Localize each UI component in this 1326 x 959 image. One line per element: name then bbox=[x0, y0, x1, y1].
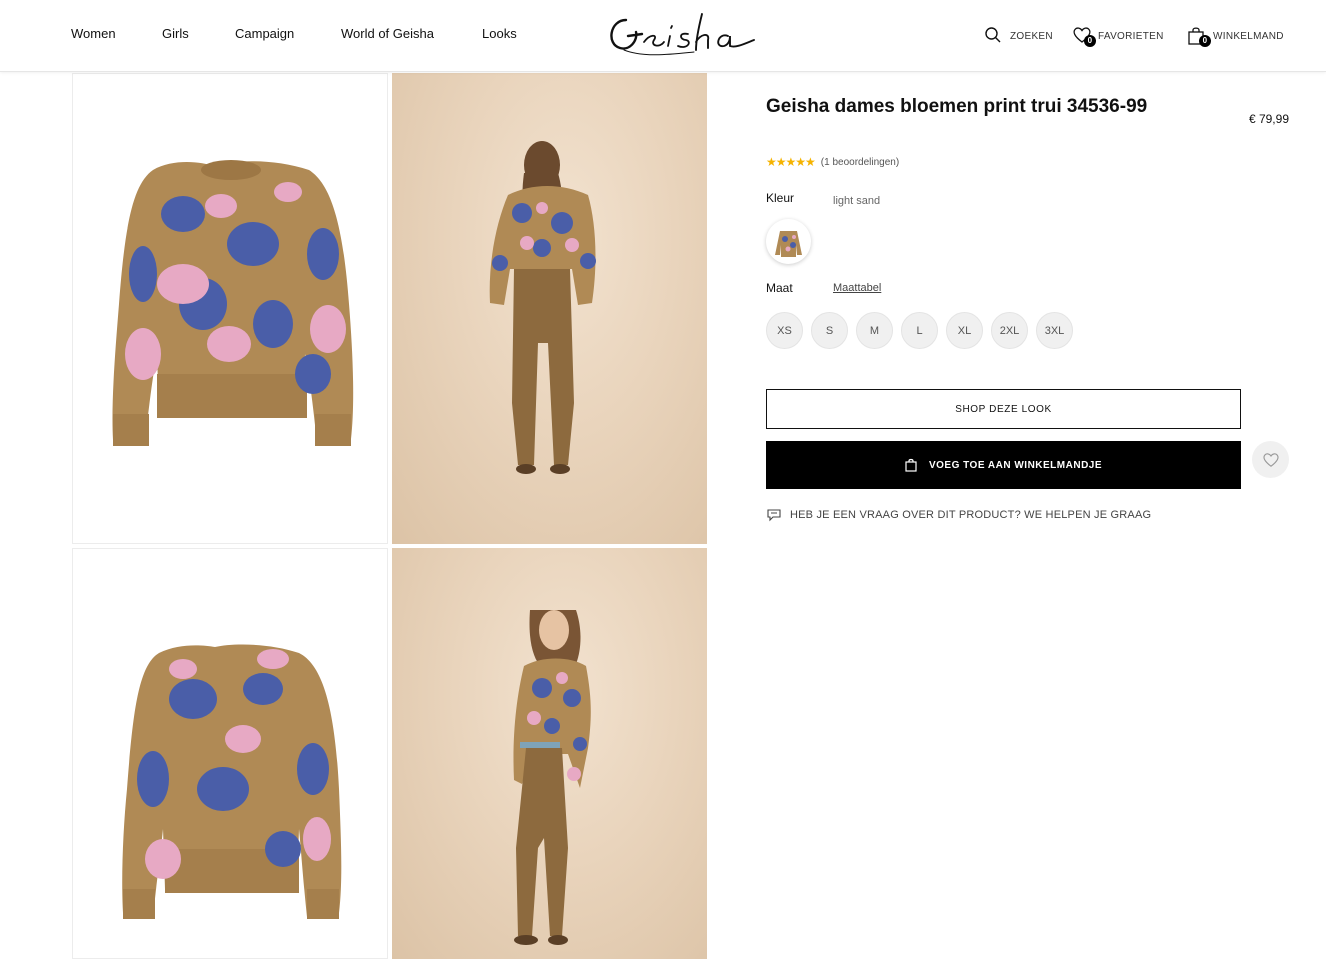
size-label: Maat bbox=[766, 281, 793, 295]
sweater-back-illustration bbox=[122, 644, 342, 919]
review-count[interactable]: (1 beoordelingen) bbox=[821, 157, 899, 168]
product-image-back[interactable] bbox=[72, 548, 388, 959]
shop-the-look-button[interactable]: SHOP DEZE LOOK bbox=[766, 389, 1241, 429]
chat-bubble-icon bbox=[767, 509, 781, 522]
size-option-m[interactable]: M bbox=[856, 312, 893, 349]
site-header: Women Girls Campaign World of Geisha Loo… bbox=[0, 0, 1326, 72]
color-value: light sand bbox=[833, 195, 881, 207]
product-question-link[interactable]: HEB JE EEN VRAAG OVER DIT PRODUCT? WE HE… bbox=[766, 508, 1151, 522]
size-option-s[interactable]: S bbox=[811, 312, 848, 349]
nav-women[interactable]: Women bbox=[71, 26, 116, 41]
swatch-sweater-thumbnail bbox=[775, 231, 802, 257]
product-title: Geisha dames bloemen print trui 34536-99 bbox=[766, 96, 1148, 117]
favorites-button[interactable]: 0 FAVORIETEN bbox=[1072, 24, 1164, 48]
size-option-l[interactable]: L bbox=[901, 312, 938, 349]
search-icon bbox=[984, 26, 1004, 46]
size-option-xl[interactable]: XL bbox=[946, 312, 983, 349]
add-to-cart-label: VOEG TOE AAN WINKELMANDJE bbox=[928, 459, 1103, 471]
nav-world-of-geisha[interactable]: World of Geisha bbox=[341, 26, 434, 41]
nav-campaign[interactable]: Campaign bbox=[235, 26, 294, 41]
add-to-cart-button[interactable]: VOEG TOE AAN WINKELMANDJE bbox=[766, 441, 1241, 489]
heart-icon bbox=[1262, 452, 1279, 467]
nav-looks[interactable]: Looks bbox=[482, 26, 517, 41]
favorites-label: FAVORIETEN bbox=[1098, 30, 1164, 42]
size-option-xs[interactable]: XS bbox=[766, 312, 803, 349]
shopping-bag-icon bbox=[905, 458, 917, 472]
size-option-3xl[interactable]: 3XL bbox=[1036, 312, 1073, 349]
size-chart-link[interactable]: Maattabel bbox=[833, 282, 881, 294]
search-button[interactable]: ZOEKEN bbox=[984, 24, 1053, 48]
product-question-label: HEB JE EEN VRAAG OVER DIT PRODUCT? WE HE… bbox=[790, 509, 1152, 521]
product-image-front[interactable] bbox=[72, 73, 388, 544]
size-option-2xl[interactable]: 2XL bbox=[991, 312, 1028, 349]
cart-count-badge: 0 bbox=[1199, 35, 1211, 47]
sweater-front-illustration bbox=[112, 160, 354, 446]
color-swatch-light-sand[interactable] bbox=[766, 219, 811, 264]
model-back-illustration bbox=[489, 141, 596, 474]
favorites-count-badge: 0 bbox=[1084, 35, 1096, 47]
star-rating-icons: ★★★★★ bbox=[766, 155, 816, 169]
product-price: € 79,99 bbox=[1248, 112, 1289, 126]
cart-label: WINKELMAND bbox=[1213, 30, 1284, 42]
add-to-favorites-button[interactable] bbox=[1252, 441, 1289, 478]
heart-icon: 0 bbox=[1072, 26, 1096, 47]
shopping-bag-icon: 0 bbox=[1187, 26, 1211, 47]
model-photo-front[interactable] bbox=[392, 548, 707, 959]
geisha-logo[interactable] bbox=[604, 6, 760, 62]
shop-the-look-label: SHOP DEZE LOOK bbox=[955, 403, 1052, 415]
model-photo-back[interactable] bbox=[392, 73, 707, 544]
model-front-illustration bbox=[513, 610, 591, 945]
search-label: ZOEKEN bbox=[1010, 30, 1053, 42]
nav-girls[interactable]: Girls bbox=[162, 26, 189, 41]
rating-summary[interactable]: ★★★★★ (1 beoordelingen) bbox=[766, 155, 899, 169]
cart-button[interactable]: 0 WINKELMAND bbox=[1187, 24, 1284, 48]
color-label: Kleur bbox=[766, 191, 795, 205]
